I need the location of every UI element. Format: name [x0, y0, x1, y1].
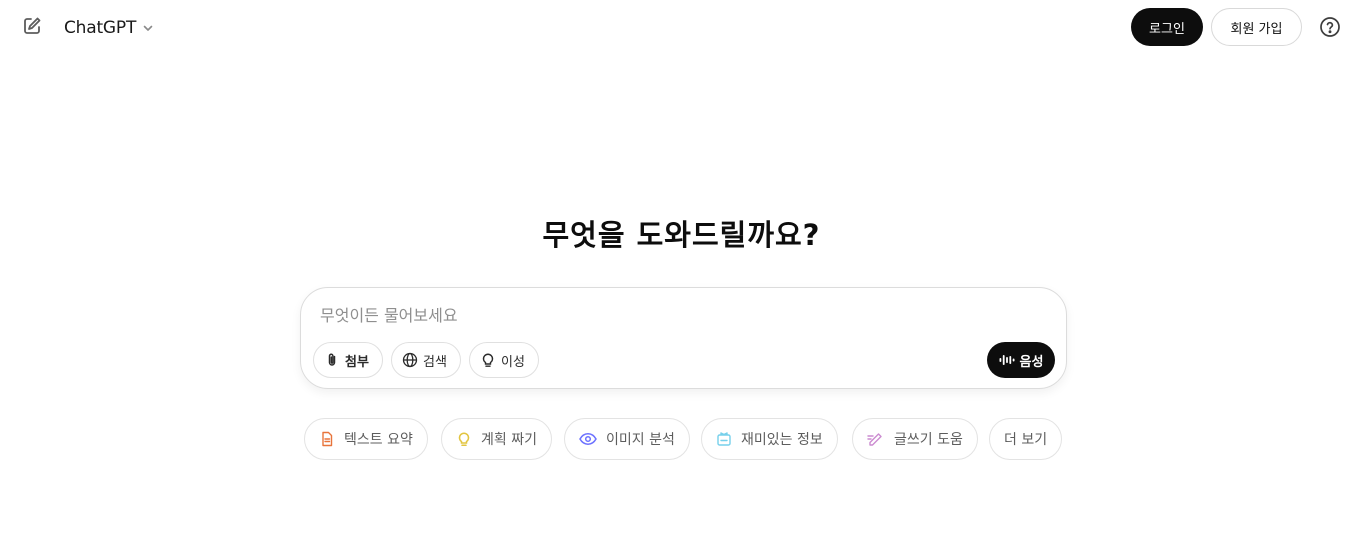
new-chat-button[interactable] — [18, 12, 46, 40]
suggestion-label: 텍스트 요약 — [344, 432, 413, 448]
graduation-cap-icon — [716, 431, 732, 447]
question-icon — [1319, 16, 1341, 38]
lightbulb-icon — [456, 431, 472, 447]
attach-button[interactable]: 첨부 — [313, 342, 383, 378]
search-button[interactable]: 검색 — [391, 342, 461, 378]
waveform-icon — [999, 353, 1015, 367]
suggestion-analyze-image[interactable]: 이미지 분석 — [564, 418, 690, 460]
lightbulb-icon — [480, 352, 496, 368]
voice-label: 음성 — [1019, 354, 1044, 370]
suggestion-label: 이미지 분석 — [606, 432, 675, 448]
suggestion-more[interactable]: 더 보기 — [989, 418, 1063, 460]
pen-icon — [867, 431, 885, 447]
suggestion-make-plan[interactable]: 계획 짜기 — [441, 418, 552, 460]
login-button[interactable]: 로그인 — [1131, 8, 1203, 46]
page-title: 무엇을 도와드릴까요? — [542, 218, 821, 252]
prompt-input[interactable] — [320, 302, 1020, 328]
model-name: ChatGPT — [64, 18, 137, 38]
globe-icon — [402, 352, 418, 368]
top-bar: ChatGPT 로그인 회원 가입 — [0, 0, 1363, 56]
chevron-down-icon — [142, 22, 154, 34]
edit-icon — [22, 16, 42, 36]
help-button[interactable] — [1318, 15, 1342, 39]
reason-label: 이성 — [501, 354, 525, 370]
search-label: 검색 — [423, 354, 447, 370]
attach-label: 첨부 — [345, 354, 369, 370]
suggestion-summarize-text[interactable]: 텍스트 요약 — [304, 418, 428, 460]
voice-button[interactable]: 음성 — [987, 342, 1055, 378]
suggestion-writing-help[interactable]: 글쓰기 도움 — [852, 418, 978, 460]
reason-button[interactable]: 이성 — [469, 342, 539, 378]
paperclip-icon — [324, 352, 340, 368]
suggestion-label: 계획 짜기 — [481, 432, 537, 448]
eye-icon — [579, 431, 597, 447]
prompt-composer: 첨부 검색 이성 — [300, 287, 1067, 389]
suggestion-fun-facts[interactable]: 재미있는 정보 — [701, 418, 838, 460]
document-icon — [319, 431, 335, 447]
suggestion-label: 글쓰기 도움 — [894, 432, 963, 448]
suggestion-label: 재미있는 정보 — [741, 432, 823, 448]
suggestion-label: 더 보기 — [1004, 432, 1048, 448]
signup-button[interactable]: 회원 가입 — [1211, 8, 1302, 46]
model-switcher[interactable]: ChatGPT — [64, 14, 154, 42]
